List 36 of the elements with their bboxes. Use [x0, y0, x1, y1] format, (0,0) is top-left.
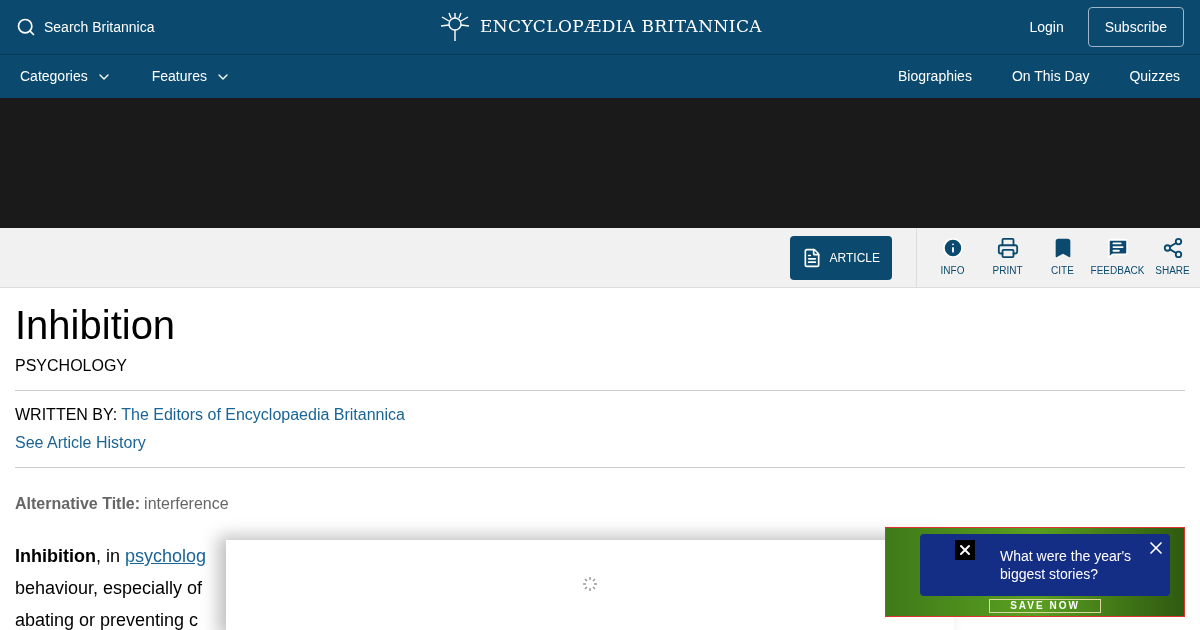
toolbar-button[interactable]: FEEDBACK: [1090, 237, 1145, 278]
article-tab[interactable]: ARTICLE: [789, 235, 892, 280]
nav-link[interactable]: Quizzes: [1129, 66, 1180, 87]
info-icon: [941, 237, 964, 259]
site-logo[interactable]: ENCYCLOPÆDIA BRITANNICA: [479, 14, 763, 40]
toolbar-button[interactable]: SHARE: [1145, 237, 1200, 278]
nav-link[interactable]: Biographies: [897, 66, 972, 87]
byline-label: WRITTEN BY:: [15, 405, 118, 425]
nav-menu[interactable]: Features: [151, 66, 231, 87]
body-text: abating or preventing c: [15, 609, 199, 630]
loading-spinner-icon: [582, 576, 598, 592]
subscribe-button[interactable]: Subscribe: [1087, 7, 1184, 47]
search-icon[interactable]: [16, 17, 36, 37]
search-field[interactable]: Search Britannica: [44, 16, 155, 38]
print-icon: [996, 237, 1019, 259]
comment-icon: [1106, 237, 1129, 259]
share-icon: [1161, 237, 1184, 259]
toolbar-button[interactable]: CITE: [1035, 237, 1090, 278]
login-link[interactable]: Login: [1029, 16, 1064, 38]
nav-menu[interactable]: Categories: [20, 66, 112, 87]
article-topic: PSYCHOLOGY: [15, 356, 129, 376]
history-link[interactable]: See Article History: [15, 431, 1185, 455]
toolbar-button[interactable]: INFO: [925, 237, 980, 278]
body-text: Inhibition, in psycholog: [15, 545, 207, 568]
article-title: Inhibition: [15, 302, 177, 349]
alt-title: interference: [144, 494, 229, 514]
save-now-button[interactable]: SAVE NOW: [989, 599, 1101, 613]
topic-link[interactable]: psycholog: [125, 546, 207, 566]
close-icon: [957, 542, 973, 558]
body-text: behaviour, especially of: [15, 577, 203, 600]
toast-text[interactable]: What were the year's biggest stories?: [1000, 547, 1150, 583]
ad-close-button[interactable]: [955, 540, 975, 560]
nav-link[interactable]: On This Day: [1011, 66, 1090, 87]
toolbar-button[interactable]: PRINT: [980, 237, 1035, 278]
author-link[interactable]: The Editors of Encyclopaedia Britannica: [121, 403, 405, 427]
alt-title-label: Alternative Title:: [15, 494, 141, 514]
